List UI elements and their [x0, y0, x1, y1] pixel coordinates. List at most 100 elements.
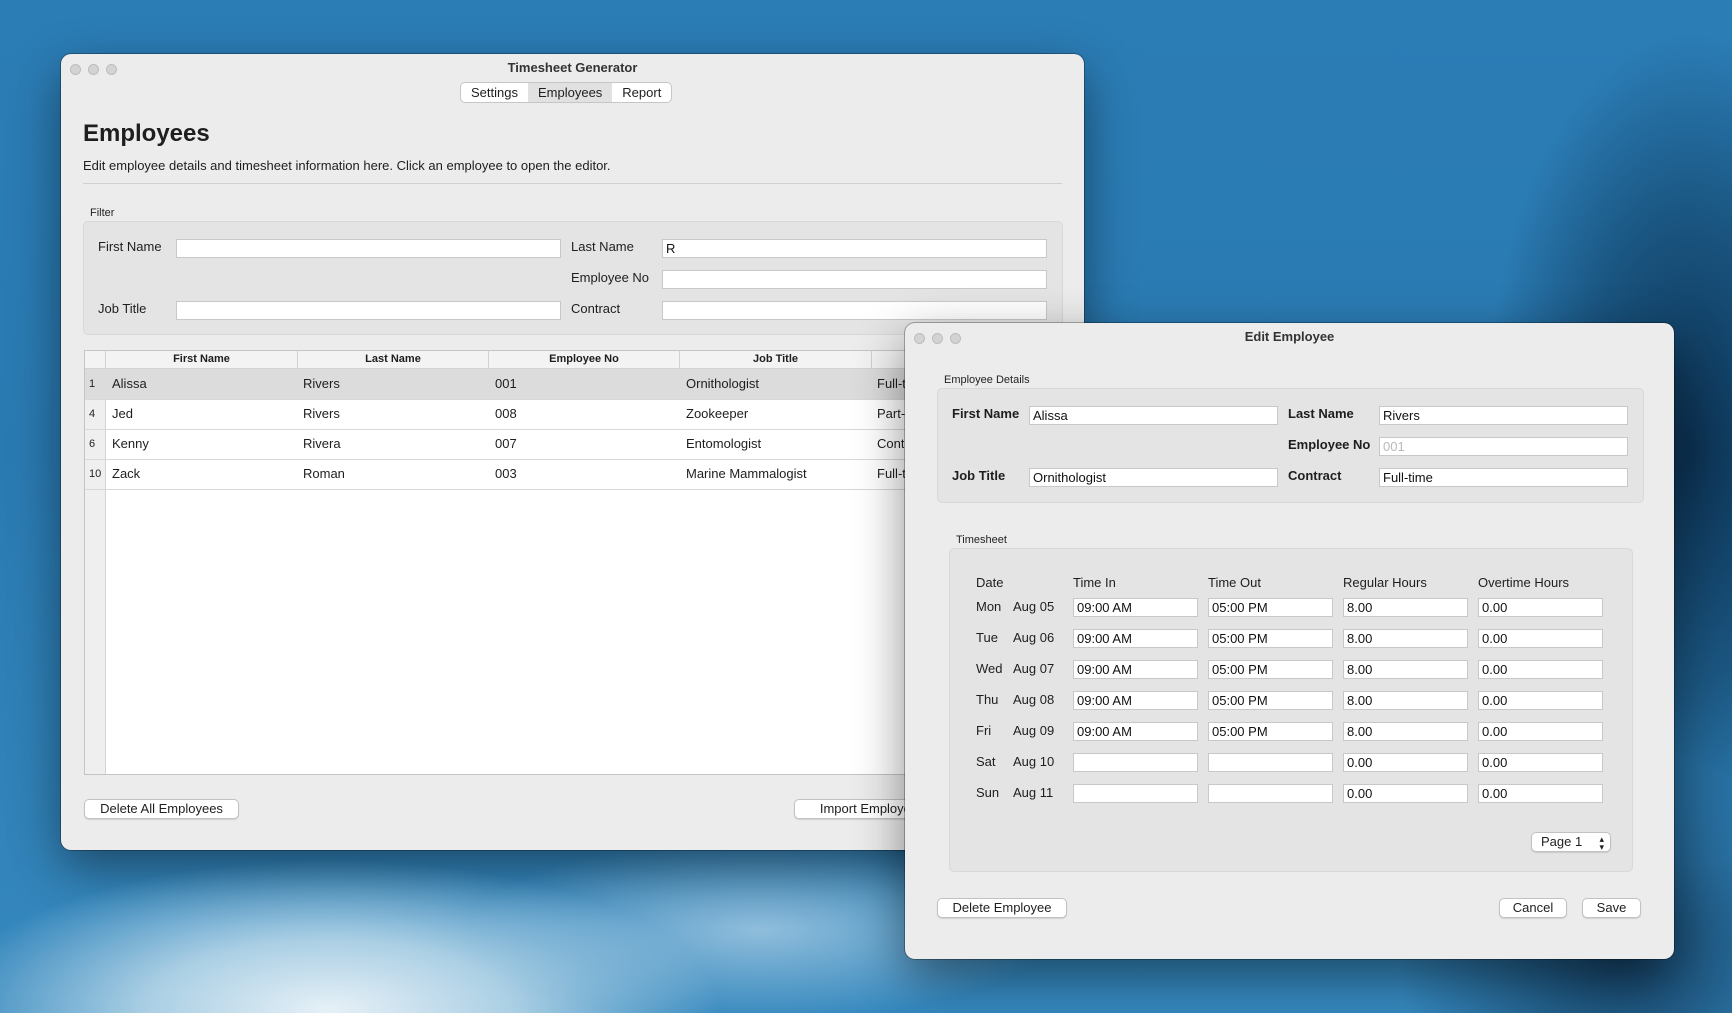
column-header-employee-no[interactable]: Employee No — [488, 351, 679, 368]
row-number: 6 — [89, 438, 96, 450]
cell-first-name: Jed — [112, 406, 133, 421]
cell-last-name: Rivers — [303, 376, 340, 391]
overtime-hours-column-header: Overtime Hours — [1478, 575, 1570, 590]
regular-hours-input[interactable]: 8.00 — [1343, 629, 1468, 648]
zoom-button[interactable] — [950, 333, 961, 344]
close-button[interactable] — [914, 333, 925, 344]
cell-contract: Part- — [877, 406, 906, 421]
page-title: Employees — [83, 120, 210, 147]
column-header-job-title[interactable]: Job Title — [679, 351, 871, 368]
day-label: Sun — [976, 785, 1000, 800]
overtime-hours-input[interactable]: 0.00 — [1478, 629, 1603, 648]
row-number: 1 — [89, 378, 96, 390]
save-button[interactable]: Save — [1582, 898, 1641, 918]
time-out-input[interactable]: 05:00 PM — [1208, 598, 1333, 617]
time-out-input[interactable]: 05:00 PM — [1208, 722, 1333, 741]
cell-employee-no: 001 — [495, 376, 517, 391]
time-out-input[interactable]: 05:00 PM — [1208, 629, 1333, 648]
cell-job-title: Entomologist — [686, 436, 762, 451]
filter-job-title-label: Job Title — [98, 301, 147, 316]
time-in-input[interactable]: 09:00 AM — [1073, 722, 1198, 741]
time-out-input[interactable]: 05:00 PM — [1208, 691, 1333, 710]
cell-first-name: Zack — [112, 466, 141, 481]
first-name-input[interactable]: Alissa — [1029, 406, 1278, 425]
overtime-hours-input[interactable]: 0.00 — [1478, 691, 1603, 710]
delete-all-employees-button[interactable]: Delete All Employees — [84, 799, 239, 819]
delete-employee-button[interactable]: Delete Employee — [937, 898, 1067, 918]
cell-contract: Full-t — [877, 376, 906, 391]
regular-hours-input[interactable]: 0.00 — [1343, 784, 1468, 803]
overtime-hours-input[interactable]: 0.00 — [1478, 784, 1603, 803]
minimize-button[interactable] — [88, 64, 99, 75]
filter-contract-input[interactable] — [662, 301, 1047, 320]
filter-last-name-input[interactable]: R — [662, 239, 1047, 258]
cell-last-name: Rivera — [303, 436, 341, 451]
timesheet-rows: Mon Aug 05 09:00 AM 05:00 PM 8.00 0.00 Tue Aug … — [976, 598, 1616, 803]
column-header-last-name[interactable]: Last Name — [297, 351, 488, 368]
time-in-input[interactable]: 09:00 AM — [1073, 660, 1198, 679]
filter-employee-no-label: Employee No — [571, 270, 650, 285]
contract-input[interactable]: Full-time — [1379, 468, 1628, 487]
regular-hours-input[interactable]: 8.00 — [1343, 722, 1468, 741]
overtime-hours-input[interactable]: 0.00 — [1478, 753, 1603, 772]
cell-employee-no: 007 — [495, 436, 517, 451]
date-label: Aug 07 — [1013, 661, 1055, 676]
day-label: Wed — [976, 661, 1003, 676]
close-button[interactable] — [70, 64, 81, 75]
date-label: Aug 09 — [1013, 723, 1055, 738]
window-controls — [70, 63, 124, 78]
tab-settings[interactable]: Settings — [461, 83, 528, 102]
last-name-input[interactable]: Rivers — [1379, 406, 1628, 425]
cell-contract: Cont — [877, 436, 905, 451]
timesheet-row: Wed Aug 07 09:00 AM 05:00 PM 8.00 0.00 — [976, 660, 1616, 688]
job-title-input[interactable]: Ornithologist — [1029, 468, 1278, 487]
time-in-input[interactable] — [1073, 784, 1198, 803]
employee-no-label: Employee No — [1288, 437, 1371, 452]
regular-hours-input[interactable]: 8.00 — [1343, 691, 1468, 710]
column-header-first-name[interactable]: First Name — [105, 351, 297, 368]
filter-group: First Name Last Name R Employee No Job T… — [83, 221, 1063, 335]
date-label: Aug 10 — [1013, 754, 1055, 769]
timesheet-row: Tue Aug 06 09:00 AM 05:00 PM 8.00 0.00 — [976, 629, 1616, 657]
main-window-title: Timesheet Generator — [507, 60, 638, 75]
timesheet-row: Mon Aug 05 09:00 AM 05:00 PM 8.00 0.00 — [976, 598, 1616, 626]
employee-details-group-label: Employee Details — [944, 374, 1030, 386]
time-in-input[interactable]: 09:00 AM — [1073, 598, 1198, 617]
cell-job-title: Marine Mammalogist — [686, 466, 807, 481]
employee-details-group: First Name Alissa Last Name Rivers Emplo… — [937, 388, 1644, 503]
time-in-column-header: Time In — [1073, 575, 1116, 590]
filter-first-name-input[interactable] — [176, 239, 561, 258]
regular-hours-input[interactable]: 8.00 — [1343, 598, 1468, 617]
time-out-input[interactable] — [1208, 753, 1333, 772]
page-description: Edit employee details and timesheet info… — [83, 158, 611, 173]
filter-job-title-input[interactable] — [176, 301, 561, 320]
filter-contract-label: Contract — [571, 301, 621, 316]
zoom-button[interactable] — [106, 64, 117, 75]
time-in-input[interactable]: 09:00 AM — [1073, 691, 1198, 710]
edit-window-title: Edit Employee — [1244, 329, 1335, 344]
time-out-input[interactable] — [1208, 784, 1333, 803]
filter-employee-no-input[interactable] — [662, 270, 1047, 289]
tab-report[interactable]: Report — [612, 83, 671, 102]
page-select[interactable]: Page 1 ▴ ▾ — [1531, 832, 1611, 852]
minimize-button[interactable] — [932, 333, 943, 344]
overtime-hours-input[interactable]: 0.00 — [1478, 660, 1603, 679]
cell-job-title: Zookeeper — [686, 406, 749, 421]
cell-contract: Full-t — [877, 466, 906, 481]
time-in-input[interactable] — [1073, 753, 1198, 772]
cancel-button[interactable]: Cancel — [1499, 898, 1567, 918]
regular-hours-input[interactable]: 0.00 — [1343, 753, 1468, 772]
regular-hours-column-header: Regular Hours — [1343, 575, 1427, 590]
date-label: Aug 06 — [1013, 630, 1055, 645]
day-label: Sat — [976, 754, 996, 769]
tab-employees[interactable]: Employees — [527, 83, 613, 102]
overtime-hours-input[interactable]: 0.00 — [1478, 598, 1603, 617]
cell-employee-no: 003 — [495, 466, 517, 481]
cell-employee-no: 008 — [495, 406, 517, 421]
regular-hours-input[interactable]: 8.00 — [1343, 660, 1468, 679]
page-select-value: Page 1 — [1541, 834, 1583, 849]
day-label: Mon — [976, 599, 1002, 614]
overtime-hours-input[interactable]: 0.00 — [1478, 722, 1603, 741]
time-out-input[interactable]: 05:00 PM — [1208, 660, 1333, 679]
time-in-input[interactable]: 09:00 AM — [1073, 629, 1198, 648]
